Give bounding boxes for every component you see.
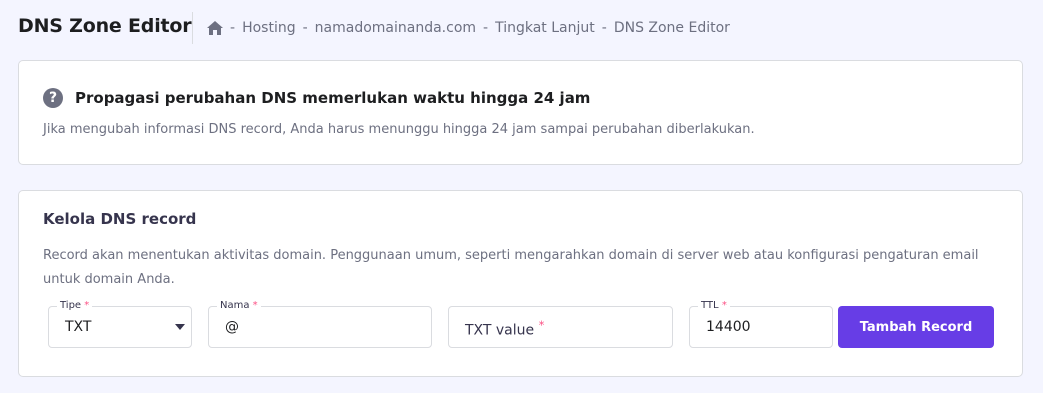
dns-card-description: Record akan menentukan aktivitas domain.… bbox=[43, 248, 979, 287]
info-text: Jika mengubah informasi DNS record, Anda… bbox=[43, 122, 755, 137]
breadcrumb-item-hosting[interactable]: Hosting bbox=[242, 20, 296, 36]
add-record-button[interactable]: Tambah Record bbox=[838, 306, 994, 348]
breadcrumb-separator: - bbox=[302, 20, 308, 36]
breadcrumb-separator: - bbox=[483, 20, 489, 36]
name-label: Nama * bbox=[217, 299, 261, 313]
name-value: @ bbox=[225, 319, 239, 335]
name-field[interactable]: Nama * @ bbox=[208, 299, 432, 348]
required-mark: * bbox=[252, 300, 258, 311]
ttl-field[interactable]: TTL * 14400 bbox=[689, 299, 833, 348]
type-label: Tipe * bbox=[57, 299, 93, 313]
breadcrumb-item-advanced[interactable]: Tingkat Lanjut bbox=[495, 20, 595, 36]
info-title: Propagasi perubahan DNS memerlukan waktu… bbox=[75, 89, 591, 107]
ttl-value: 14400 bbox=[706, 319, 751, 335]
page-title: DNS Zone Editor bbox=[18, 15, 192, 37]
chevron-down-icon bbox=[175, 324, 185, 330]
breadcrumb-item-current: DNS Zone Editor bbox=[613, 20, 730, 36]
ttl-label: TTL * bbox=[698, 299, 730, 313]
type-value: TXT bbox=[65, 319, 92, 335]
breadcrumb-separator: - bbox=[230, 20, 236, 36]
manage-dns-card: Kelola DNS record Record akan menentukan… bbox=[18, 190, 1023, 377]
propagation-info-card: ? Propagasi perubahan DNS memerlukan wak… bbox=[18, 60, 1023, 165]
required-mark: * bbox=[721, 300, 727, 311]
breadcrumb: - Hosting - namadomainanda.com - Tingkat… bbox=[207, 20, 730, 36]
required-mark: * bbox=[538, 318, 545, 332]
dns-card-title: Kelola DNS record bbox=[43, 210, 197, 228]
info-title-row: ? Propagasi perubahan DNS memerlukan wak… bbox=[43, 88, 590, 108]
home-icon[interactable] bbox=[207, 21, 223, 35]
required-mark: * bbox=[84, 300, 90, 311]
breadcrumb-item-domain[interactable]: namadomainanda.com bbox=[315, 20, 476, 36]
type-select[interactable]: Tipe * TXT bbox=[48, 299, 192, 348]
txt-value-placeholder: TXT value * bbox=[465, 318, 545, 339]
txt-value-field[interactable]: TXT value * bbox=[448, 306, 673, 348]
title-divider bbox=[192, 12, 193, 44]
breadcrumb-separator: - bbox=[601, 20, 607, 36]
page-header: DNS Zone Editor - Hosting - namadomainan… bbox=[0, 0, 1043, 56]
help-icon: ? bbox=[43, 88, 63, 108]
